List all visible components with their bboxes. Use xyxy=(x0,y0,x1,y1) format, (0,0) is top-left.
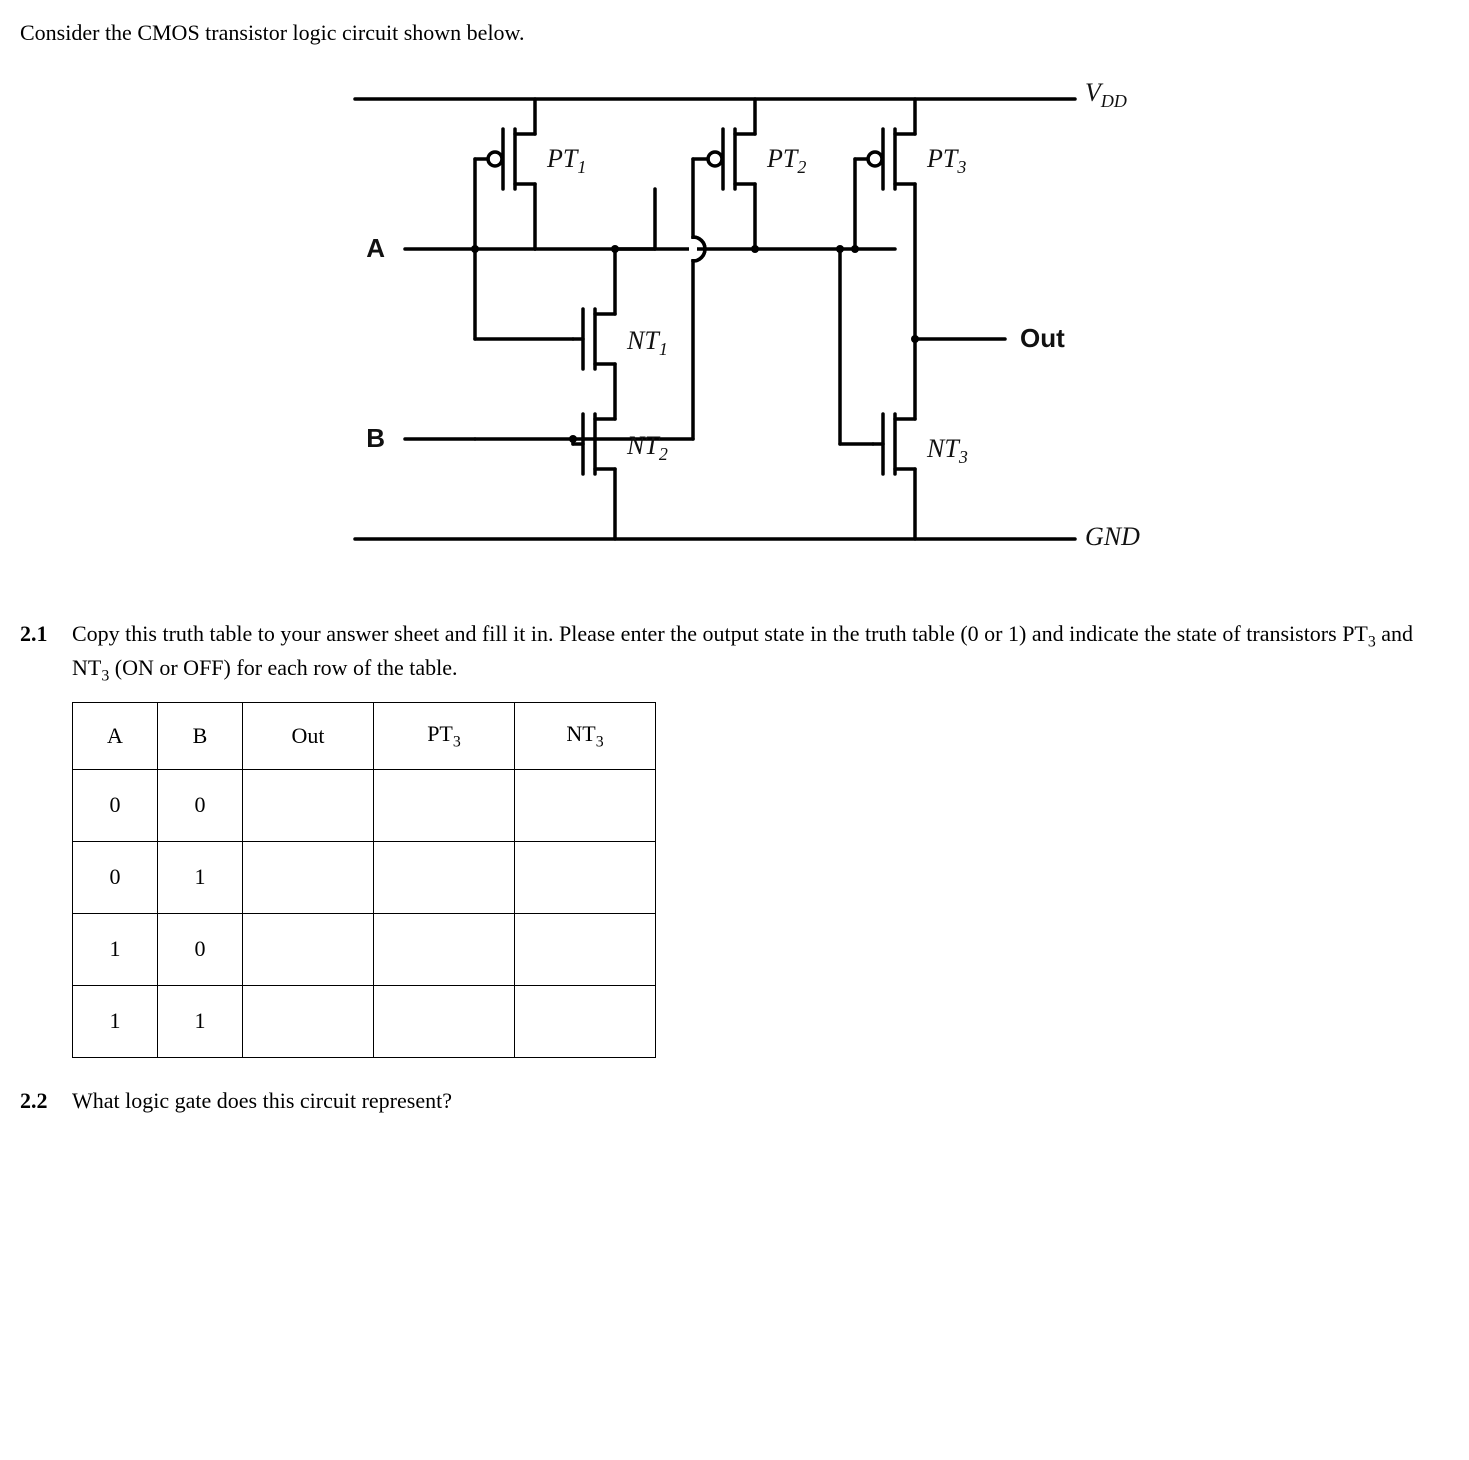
table-header-row: A B Out PT3 NT3 xyxy=(73,702,656,770)
table-row: 0 0 xyxy=(73,770,656,842)
question-2-2: 2.2 What logic gate does this circuit re… xyxy=(20,1086,1449,1117)
cell-pt3 xyxy=(374,914,515,986)
cell-nt3 xyxy=(515,770,656,842)
th-pt3: PT3 xyxy=(374,702,515,770)
cell-out xyxy=(243,914,374,986)
input-b-label: B xyxy=(366,423,385,453)
cell-out xyxy=(243,770,374,842)
q21-text: Copy this truth table to your answer she… xyxy=(72,619,1449,688)
th-out: Out xyxy=(243,702,374,770)
cell-b: 1 xyxy=(158,842,243,914)
cell-pt3 xyxy=(374,842,515,914)
cell-b: 1 xyxy=(158,985,243,1057)
intro-text: Consider the CMOS transistor logic circu… xyxy=(20,18,1449,49)
cell-a: 0 xyxy=(73,770,158,842)
cell-out xyxy=(243,842,374,914)
nt3-label: NT3 xyxy=(926,434,968,467)
nt2-label: NT2 xyxy=(626,431,668,464)
th-nt3: NT3 xyxy=(515,702,656,770)
cell-nt3 xyxy=(515,985,656,1057)
cell-a: 1 xyxy=(73,985,158,1057)
cmos-circuit-svg: VDD GND A B Out PT1 PT2 PT3 NT1 NT2 NT3 xyxy=(285,59,1185,579)
cell-a: 1 xyxy=(73,914,158,986)
pt3-label: PT3 xyxy=(926,144,966,177)
table-row: 1 0 xyxy=(73,914,656,986)
circuit-diagram: VDD GND A B Out PT1 PT2 PT3 NT1 NT2 NT3 xyxy=(20,59,1449,579)
input-a-label: A xyxy=(366,233,385,263)
truth-table: A B Out PT3 NT3 0 0 0 1 1 0 1 1 xyxy=(72,702,656,1058)
nt1-label: NT1 xyxy=(626,326,668,359)
q21-number: 2.1 xyxy=(20,619,72,650)
cell-a: 0 xyxy=(73,842,158,914)
question-2-1: 2.1 Copy this truth table to your answer… xyxy=(20,619,1449,688)
cell-nt3 xyxy=(515,914,656,986)
cell-pt3 xyxy=(374,770,515,842)
pt1-label: PT1 xyxy=(546,144,586,177)
cell-pt3 xyxy=(374,985,515,1057)
pt2-label: PT2 xyxy=(766,144,806,177)
table-row: 1 1 xyxy=(73,985,656,1057)
th-a: A xyxy=(73,702,158,770)
q22-text: What logic gate does this circuit repres… xyxy=(72,1086,1449,1117)
q22-number: 2.2 xyxy=(20,1086,72,1117)
gnd-label: GND xyxy=(1085,522,1140,551)
table-row: 0 1 xyxy=(73,842,656,914)
cell-b: 0 xyxy=(158,770,243,842)
th-b: B xyxy=(158,702,243,770)
vdd-label: VDD xyxy=(1085,78,1127,111)
cell-b: 0 xyxy=(158,914,243,986)
out-label: Out xyxy=(1020,323,1065,353)
cell-nt3 xyxy=(515,842,656,914)
cell-out xyxy=(243,985,374,1057)
